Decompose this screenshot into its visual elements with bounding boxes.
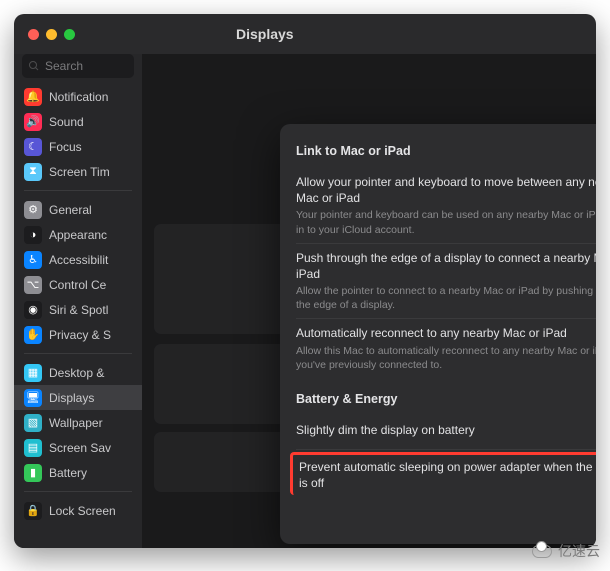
sidebar-item-icon: ✋ <box>24 326 42 344</box>
sidebar-item-icon: ♿︎ <box>24 251 42 269</box>
sidebar-item-icon: ⌥ <box>24 276 42 294</box>
cloud-icon <box>532 545 552 558</box>
sidebar-item-icon: ◉ <box>24 301 42 319</box>
sidebar-item-label: Accessibilit <box>49 253 108 267</box>
search-input[interactable]: Search <box>22 54 134 78</box>
sidebar-item[interactable]: ✋ Privacy & S <box>14 322 142 347</box>
sidebar-item-icon: ▤ <box>24 439 42 457</box>
sidebar-item-icon: 🔒 <box>24 502 42 520</box>
setting-title: Allow your pointer and keyboard to move … <box>296 174 596 206</box>
sidebar-item-label: Notification <box>49 90 108 104</box>
setting-description: Allow this Mac to automatically reconnec… <box>296 344 596 372</box>
sidebar-item-icon: ☾ <box>24 138 42 156</box>
sidebar-item-icon: 🔔 <box>24 88 42 106</box>
sidebar-item-label: Wallpaper <box>49 416 103 430</box>
sidebar-item[interactable]: ▦ Desktop & <box>14 360 142 385</box>
page-title: Displays <box>236 26 294 42</box>
watermark-text: 亿速云 <box>558 541 600 561</box>
setting-title: Automatically reconnect to any nearby Ma… <box>296 325 596 341</box>
search-placeholder: Search <box>45 59 83 73</box>
window-controls <box>14 29 75 40</box>
setting-description: Your pointer and keyboard can be used on… <box>296 208 596 236</box>
sidebar-item-icon: ▦ <box>24 364 42 382</box>
setting-description: Allow the pointer to connect to a nearby… <box>296 284 596 312</box>
sidebar-item-label: Screen Sav <box>49 441 111 455</box>
sidebar-item[interactable]: ⌥ Control Ce <box>14 272 142 297</box>
sidebar-item[interactable]: ⧗ Screen Tim <box>14 159 142 184</box>
sidebar-item[interactable]: 🔊 Sound <box>14 109 142 134</box>
setting-row: Automatically reconnect to any nearby Ma… <box>296 319 596 378</box>
sidebar-item[interactable]: ▧ Wallpaper <box>14 410 142 435</box>
setting-row: Allow your pointer and keyboard to move … <box>296 168 596 244</box>
sidebar-item-icon: ⧗ <box>24 163 42 181</box>
sidebar-item-icon: ⚙ <box>24 201 42 219</box>
sidebar-item[interactable]: ◉ Siri & Spotl <box>14 297 142 322</box>
sidebar-item-label: Appearanc <box>49 228 107 242</box>
sidebar-item-label: Privacy & S <box>49 328 111 342</box>
section-heading-battery: Battery & Energy <box>296 392 596 406</box>
sidebar-item-icon: 🖥 <box>24 389 42 407</box>
sidebar-item-label: Desktop & <box>49 366 104 380</box>
sidebar-item-label: General <box>49 203 92 217</box>
sidebar: Search 🔔 Notification 🔊 Sound ☾ Focus ⧗ … <box>14 54 142 548</box>
setting-row: Push through the edge of a display to co… <box>296 244 596 320</box>
main-content: ＋ ▾ More Space fferent ɔ Calibrated ⌃ ig… <box>142 54 596 548</box>
sidebar-list: 🔔 Notification 🔊 Sound ☾ Focus ⧗ Screen … <box>14 84 142 548</box>
setting-title: Slightly dim the display on battery <box>296 422 596 438</box>
titlebar: Displays <box>14 14 596 54</box>
sidebar-item-label: Focus <box>49 140 82 154</box>
setting-row-highlighted: Prevent automatic sleeping on power adap… <box>290 452 596 495</box>
sidebar-item[interactable]: ☾ Focus <box>14 134 142 159</box>
zoom-icon[interactable] <box>64 29 75 40</box>
sidebar-item-label: Displays <box>49 391 94 405</box>
setting-title: Prevent automatic sleeping on power adap… <box>299 459 596 491</box>
sidebar-item-label: Siri & Spotl <box>49 303 108 317</box>
sidebar-item-label: Lock Screen <box>49 504 116 518</box>
search-icon <box>28 60 40 72</box>
sidebar-item[interactable]: ◑ Appearanc <box>14 222 142 247</box>
sidebar-item-icon: ▮ <box>24 464 42 482</box>
sidebar-item[interactable]: ▮ Battery <box>14 460 142 485</box>
watermark: 亿速云 <box>532 541 600 561</box>
close-icon[interactable] <box>28 29 39 40</box>
setting-row: Slightly dim the display on battery <box>296 416 596 450</box>
sidebar-item-label: Control Ce <box>49 278 106 292</box>
sidebar-item-label: Screen Tim <box>49 165 110 179</box>
minimize-icon[interactable] <box>46 29 57 40</box>
system-settings-window: Displays Search 🔔 Notification 🔊 Sound ☾… <box>14 14 596 548</box>
section-heading-link: Link to Mac or iPad <box>296 144 596 158</box>
sidebar-item[interactable]: ♿︎ Accessibilit <box>14 247 142 272</box>
sidebar-item[interactable]: ▤ Screen Sav <box>14 435 142 460</box>
sidebar-item[interactable]: ⚙ General <box>14 197 142 222</box>
setting-title: Push through the edge of a display to co… <box>296 250 596 282</box>
sidebar-item[interactable]: 🔒 Lock Screen <box>14 498 142 523</box>
sidebar-item-label: Sound <box>49 115 84 129</box>
sidebar-item-icon: ◑ <box>24 226 42 244</box>
sidebar-item[interactable]: 🖥 Displays <box>14 385 142 410</box>
sidebar-item-label: Battery <box>49 466 87 480</box>
sidebar-item-icon: 🔊 <box>24 113 42 131</box>
sidebar-item[interactable]: 🔔 Notification <box>14 84 142 109</box>
sidebar-item-icon: ▧ <box>24 414 42 432</box>
advanced-settings-modal: Link to Mac or iPad Allow your pointer a… <box>280 124 596 544</box>
